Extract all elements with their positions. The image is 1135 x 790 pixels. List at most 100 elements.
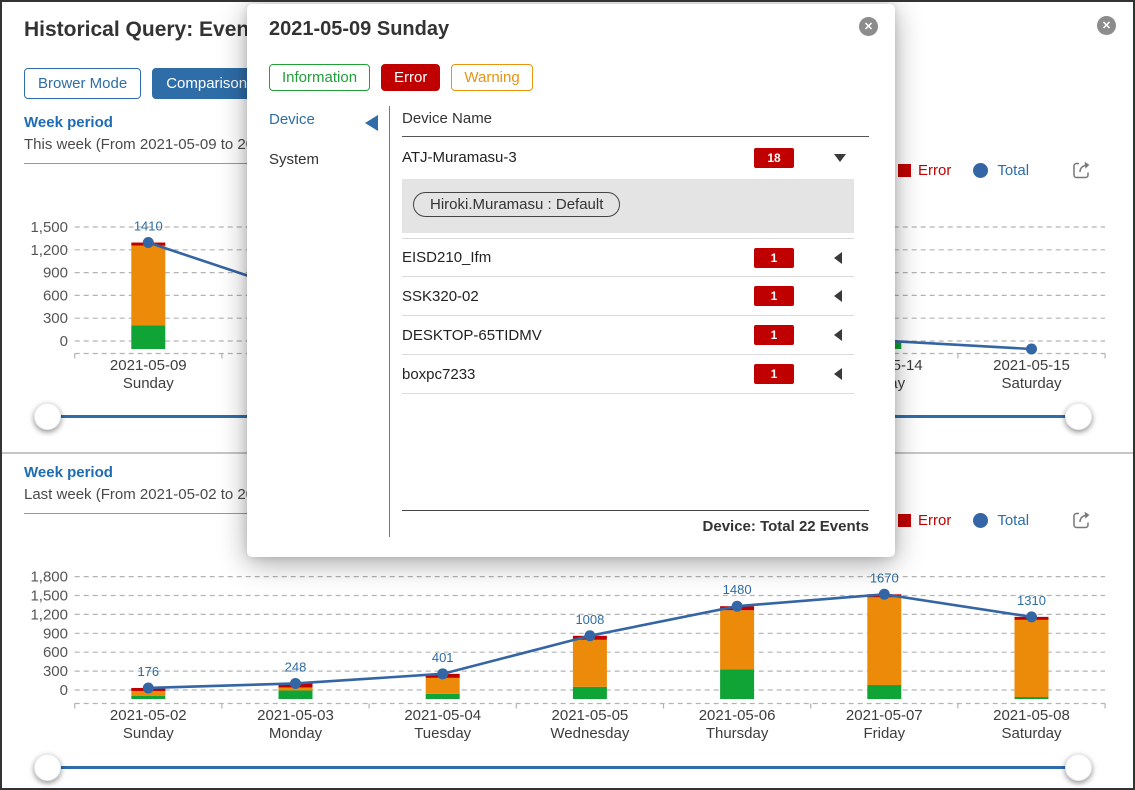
bar-segment-warning[interactable]	[720, 610, 754, 669]
value-label: 248	[285, 659, 307, 674]
total-point[interactable]	[437, 668, 448, 679]
dialog-close-icon[interactable]: ✕	[859, 17, 878, 36]
total-point[interactable]	[143, 682, 154, 693]
error-count-badge: 1	[754, 364, 794, 384]
x-axis-label-date: 2021-05-03	[257, 707, 334, 724]
total-legend-swatch[interactable]	[973, 513, 988, 528]
tab-error[interactable]: Error	[381, 64, 440, 91]
device-name: boxpc7233	[402, 366, 475, 383]
error-count-badge: 1	[754, 248, 794, 268]
value-label: 1670	[870, 570, 899, 585]
chart-legend-2: Error Total	[898, 509, 1093, 531]
device-row[interactable]: EISD210_Ifm 1	[402, 238, 854, 277]
error-legend-label[interactable]: Error	[918, 512, 951, 529]
slider-handle-right[interactable]	[1065, 403, 1092, 430]
total-point[interactable]	[879, 589, 890, 600]
slider-handle-left[interactable]	[34, 403, 61, 430]
expand-toggle-icon[interactable]	[834, 252, 842, 264]
y-axis-tick: 1,500	[30, 588, 68, 605]
device-row[interactable]: SSK320-02 1	[402, 277, 854, 316]
browser-mode-button[interactable]: Brower Mode	[24, 68, 141, 99]
y-axis-tick: 600	[43, 644, 68, 661]
expand-toggle-icon[interactable]	[834, 154, 846, 162]
bar-segment-warning[interactable]	[1015, 620, 1049, 697]
device-detail-chip[interactable]: Hiroki.Muramasu : Default	[413, 192, 620, 217]
total-legend-label[interactable]: Total	[997, 512, 1029, 529]
value-label: 401	[432, 650, 454, 665]
error-count-badge: 18	[754, 148, 794, 168]
x-axis-label-date: 2021-05-09	[110, 357, 187, 374]
bar-segment-information[interactable]	[131, 696, 165, 699]
week-period-label-2: Week period	[24, 464, 113, 481]
bar-segment-information[interactable]	[426, 694, 460, 699]
expand-toggle-icon[interactable]	[834, 368, 842, 380]
x-axis-label-day: Saturday	[1001, 725, 1062, 742]
bar-segment-information[interactable]	[131, 325, 165, 349]
total-point[interactable]	[143, 237, 154, 248]
bar-segment-warning[interactable]	[867, 597, 901, 685]
y-axis-tick: 1,200	[30, 606, 68, 623]
x-axis-label-date: 2021-05-05	[552, 707, 629, 724]
x-axis-label-date: 2021-05-07	[846, 707, 923, 724]
x-axis-label-day: Friday	[863, 725, 905, 742]
dialog-title: 2021-05-09 Sunday	[269, 18, 449, 41]
bar-segment-information[interactable]	[867, 685, 901, 699]
selected-marker-icon	[365, 115, 378, 131]
expand-toggle-icon[interactable]	[834, 329, 842, 341]
device-name: SSK320-02	[402, 288, 479, 305]
device-detail-panel: Hiroki.Muramasu : Default	[402, 179, 854, 233]
x-axis-label-day: Monday	[269, 725, 323, 742]
device-list-header: Device Name	[402, 110, 869, 137]
sidebar-item-system[interactable]: System	[269, 151, 319, 168]
x-axis-label-date: 2021-05-02	[110, 707, 187, 724]
export-icon[interactable]	[1071, 159, 1093, 181]
device-row[interactable]: ATJ-Muramasu-3 18	[402, 136, 854, 179]
error-legend-label[interactable]: Error	[918, 162, 951, 179]
slider-handle-right[interactable]	[1065, 754, 1092, 781]
error-legend-swatch[interactable]	[898, 164, 911, 177]
bar-segment-information[interactable]	[1015, 697, 1049, 699]
slider-handle-left[interactable]	[34, 754, 61, 781]
bar-segment-information[interactable]	[720, 669, 754, 699]
device-name: DESKTOP-65TIDMV	[402, 327, 542, 344]
total-point[interactable]	[584, 630, 595, 641]
total-point[interactable]	[1026, 344, 1037, 355]
x-axis-label-day: Sunday	[123, 375, 174, 392]
y-axis-tick: 0	[60, 682, 68, 699]
y-axis-tick: 900	[43, 265, 68, 282]
tab-information[interactable]: Information	[269, 64, 370, 91]
bar-segment-warning[interactable]	[131, 246, 165, 326]
sidebar-item-device[interactable]: Device	[269, 111, 315, 128]
y-axis-tick: 1,800	[30, 569, 68, 586]
y-axis-tick: 1,500	[30, 219, 68, 236]
bar-segment-warning[interactable]	[426, 678, 460, 694]
export-icon[interactable]	[1071, 509, 1093, 531]
app-window: 1,5001,200900600300014102021-05-09Sunday…	[0, 0, 1135, 790]
device-row[interactable]: boxpc7233 1	[402, 355, 854, 394]
error-legend-swatch[interactable]	[898, 514, 911, 527]
total-legend-swatch[interactable]	[973, 163, 988, 178]
time-range-slider-2	[2, 754, 1135, 782]
total-point[interactable]	[1026, 611, 1037, 622]
y-axis-tick: 0	[60, 333, 68, 350]
device-row[interactable]: DESKTOP-65TIDMV 1	[402, 316, 854, 355]
page-close-icon[interactable]: ✕	[1097, 16, 1116, 35]
value-label: 1008	[575, 612, 604, 627]
x-axis-label-day: Sunday	[123, 725, 174, 742]
total-point[interactable]	[732, 601, 743, 612]
value-label: 176	[137, 664, 159, 679]
total-point[interactable]	[290, 678, 301, 689]
value-label: 1410	[134, 219, 163, 234]
bar-segment-warning[interactable]	[573, 640, 607, 687]
tab-warning[interactable]: Warning	[451, 64, 532, 91]
device-total-label: Device: Total 22 Events	[402, 510, 869, 535]
expand-toggle-icon[interactable]	[834, 290, 842, 302]
slider-track[interactable]	[47, 766, 1079, 769]
x-axis-label-date: 2021-05-15	[993, 357, 1070, 374]
y-axis-tick: 1,200	[30, 242, 68, 259]
x-axis-label-day: Wednesday	[550, 725, 629, 742]
error-count-badge: 1	[754, 286, 794, 306]
bar-segment-information[interactable]	[279, 690, 313, 699]
total-legend-label[interactable]: Total	[997, 162, 1029, 179]
bar-segment-information[interactable]	[573, 687, 607, 699]
